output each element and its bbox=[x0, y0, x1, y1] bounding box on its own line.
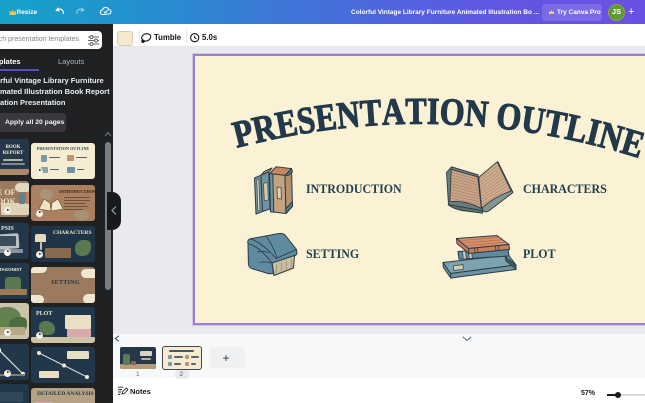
svg-text:N: N bbox=[463, 92, 489, 136]
svg-text:A: A bbox=[381, 90, 406, 133]
svg-text:N: N bbox=[335, 93, 362, 137]
svg-text:I: I bbox=[427, 90, 440, 132]
svg-text:T: T bbox=[359, 91, 383, 135]
svg-text:T: T bbox=[405, 90, 427, 132]
svg-text:O: O bbox=[439, 90, 466, 133]
